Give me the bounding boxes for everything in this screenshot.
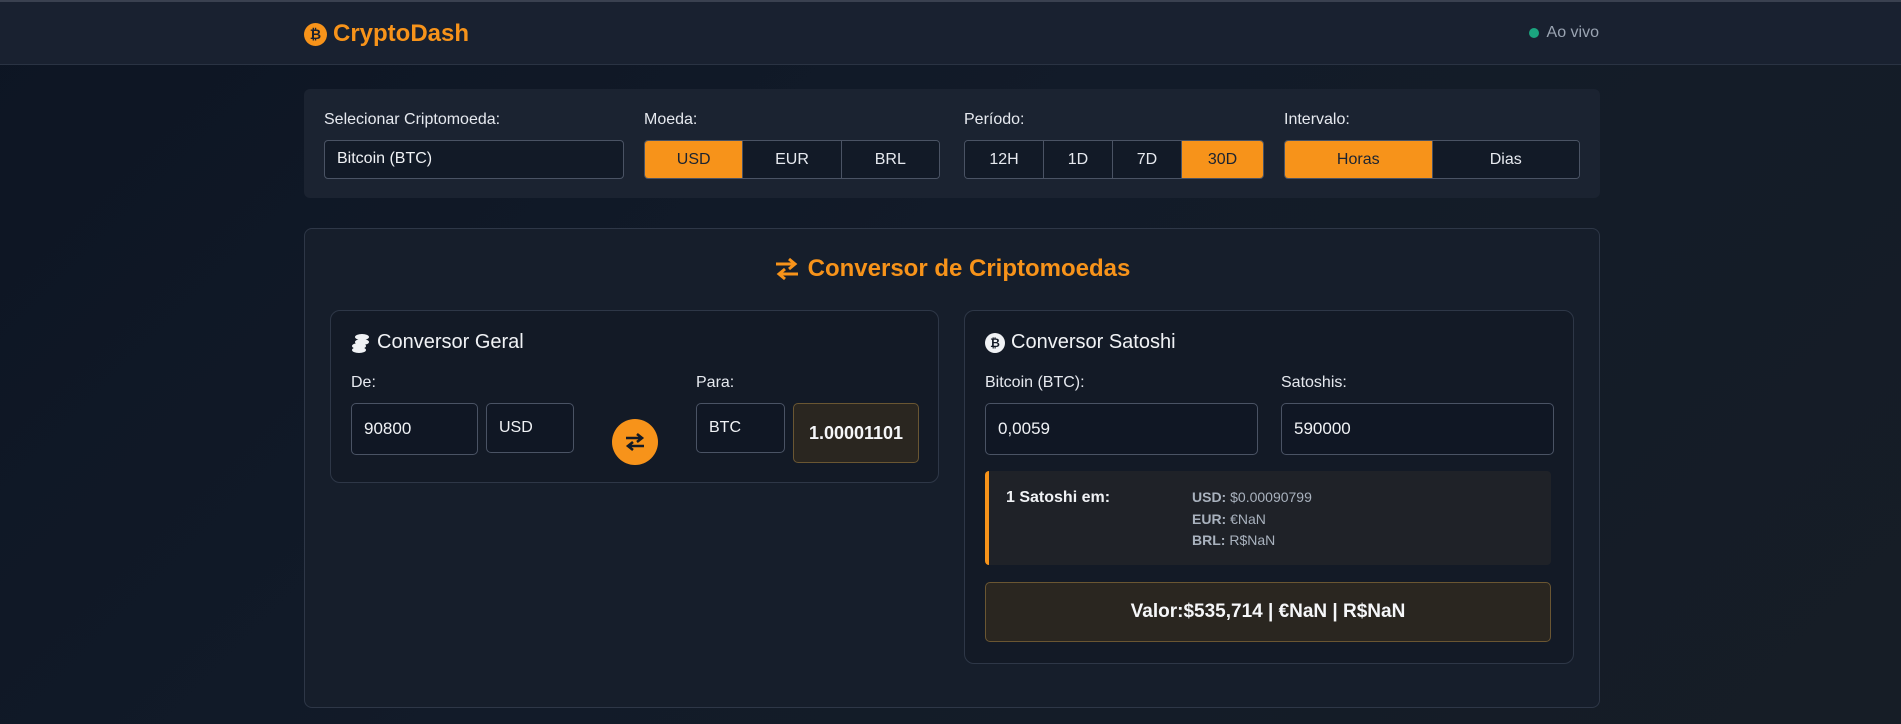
from-label: De: <box>351 374 376 391</box>
crypto-select-label: Selecionar Criptomoeda: <box>324 111 501 128</box>
period-label: Período: <box>964 111 1025 128</box>
satoshi-rates-list: USD: $0.00090799 EUR: €NaN BRL: R$NaN <box>1192 487 1312 552</box>
interval-label: Intervalo: <box>1284 111 1350 128</box>
interval-group: Intervalo: Horas Dias <box>1284 111 1580 179</box>
controls-bar: Selecionar Criptomoeda: Bitcoin (BTC) Mo… <box>304 89 1600 198</box>
period-12h-button[interactable]: 12H <box>965 141 1044 178</box>
coins-icon <box>352 333 369 353</box>
period-toggle: 12H 1D 7D 30D <box>964 140 1264 179</box>
satoshi-converter-title-text: Conversor Satoshi <box>1011 331 1176 353</box>
swap-button[interactable] <box>612 419 658 465</box>
brand-name: CryptoDash <box>333 20 470 47</box>
general-converter-title-text: Conversor Geral <box>377 331 524 353</box>
satoshi-rates-box: 1 Satoshi em: USD: $0.00090799 EUR: €NaN… <box>985 471 1551 565</box>
from-amount-input[interactable]: 90800 <box>351 403 478 455</box>
currency-brl-button[interactable]: BRL <box>841 141 939 178</box>
live-dot-icon <box>1528 28 1539 38</box>
brand[interactable]: ₿ CryptoDash <box>304 20 469 48</box>
live-label: Ao vivo <box>1546 24 1599 41</box>
sats-input[interactable]: 590000 <box>1281 403 1554 455</box>
rate-value-brl: R$NaN <box>1229 532 1276 548</box>
satoshi-converter-card: ₿ Conversor Satoshi Bitcoin (BTC): 0,005… <box>964 310 1574 664</box>
converter-title-text: Conversor de Criptomoedas <box>807 255 1131 282</box>
rate-row-usd: USD: $0.00090799 <box>1192 489 1312 505</box>
to-currency-select[interactable]: BTC <box>696 403 785 453</box>
btc-label: Bitcoin (BTC): <box>985 374 1085 391</box>
currency-toggle: USD EUR BRL <box>644 140 940 179</box>
currency-label: Moeda: <box>644 111 698 128</box>
live-status: Ao vivo <box>1528 24 1599 42</box>
rate-value-usd: $0.00090799 <box>1230 489 1312 505</box>
currency-usd-button[interactable]: USD <box>645 141 744 178</box>
bitcoin-icon: ₿ <box>985 332 1005 353</box>
swap-arrows-icon <box>625 432 645 452</box>
rate-row-eur: EUR: €NaN <box>1192 510 1266 527</box>
interval-toggle: Horas Dias <box>1284 140 1580 179</box>
to-label: Para: <box>696 374 735 391</box>
period-30d-button[interactable]: 30D <box>1182 141 1263 178</box>
crypto-select-group: Selecionar Criptomoeda: Bitcoin (BTC) <box>324 111 624 179</box>
satoshi-rates-title: 1 Satoshi em: <box>1006 489 1111 506</box>
conversion-result: 1.00001101 <box>793 403 919 463</box>
period-group: Período: 12H 1D 7D 30D <box>964 111 1264 179</box>
rate-row-brl: BRL: R$NaN <box>1192 532 1276 548</box>
rate-value-eur: €NaN <box>1230 510 1266 527</box>
converter-panel: Conversor de Criptomoedas Conversor Gera… <box>304 228 1600 708</box>
general-converter-card: Conversor Geral De: 90800 USD Para: BTC … <box>330 310 939 483</box>
sats-label: Satoshis: <box>1281 374 1347 391</box>
satoshi-total-value: Valor:$535,714 | €NaN | R$NaN <box>985 582 1551 642</box>
converter-title: Conversor de Criptomoedas <box>305 255 1599 283</box>
top-bar: ₿ CryptoDash Ao vivo <box>0 0 1901 65</box>
from-currency-select[interactable]: USD <box>486 403 574 453</box>
bitcoin-logo-icon: ₿ <box>304 22 327 46</box>
period-7d-button[interactable]: 7D <box>1113 141 1182 178</box>
btc-input[interactable]: 0,0059 <box>985 403 1258 455</box>
interval-days-button[interactable]: Dias <box>1432 141 1579 178</box>
general-converter-title: Conversor Geral <box>351 331 524 354</box>
exchange-arrows-icon <box>775 257 798 281</box>
currency-group: Moeda: USD EUR BRL <box>644 111 940 179</box>
period-1d-button[interactable]: 1D <box>1044 141 1113 178</box>
satoshi-converter-title: ₿ Conversor Satoshi <box>985 331 1176 354</box>
interval-hours-button[interactable]: Horas <box>1285 141 1433 178</box>
currency-eur-button[interactable]: EUR <box>743 141 842 178</box>
crypto-select[interactable]: Bitcoin (BTC) <box>324 140 624 179</box>
